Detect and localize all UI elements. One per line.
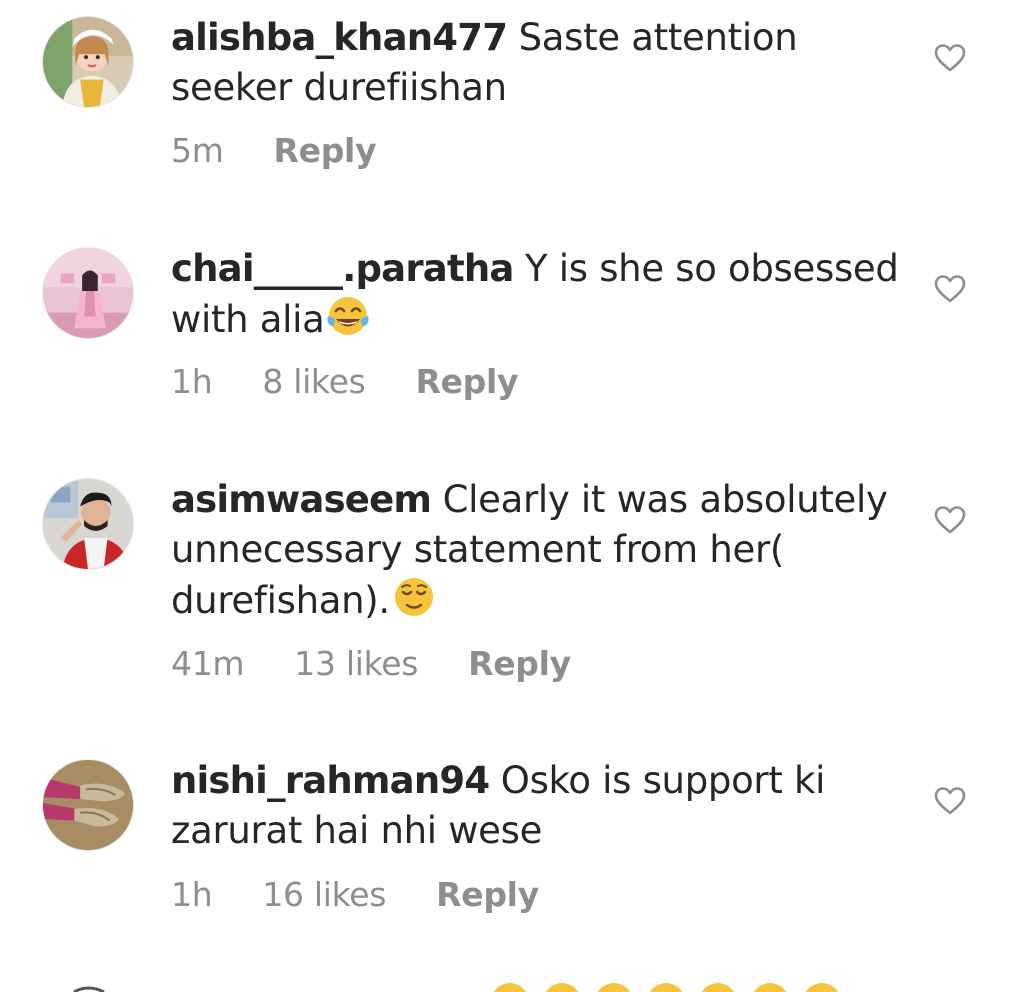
comment-time: 41m [171,644,245,683]
heart-icon[interactable] [934,43,966,73]
comment-meta: 41m 13 likes Reply [171,644,571,684]
comment-body: alishba_khan477 Saste attention seeker d… [171,13,901,113]
comment-meta: 5m Reply [171,131,377,171]
comment-username[interactable]: chai_____.paratha [171,247,514,290]
comment-meta: 1h 8 likes Reply [171,362,519,402]
next-comment-partial [0,976,1024,992]
avatar-man-photo-icon [43,479,133,569]
heart-icon[interactable] [934,274,966,304]
avatar[interactable] [42,247,134,339]
avatar-shoes-photo-icon [43,760,133,850]
comment-username[interactable]: nishi_rahman94 [171,759,490,802]
comment-time: 1h [171,875,213,914]
comment-likes[interactable]: 16 likes [262,875,386,915]
comment-body: asimwaseem Clearly it was absolutely unn… [171,475,901,626]
heart-icon[interactable] [934,786,966,816]
heart-icon[interactable] [934,505,966,535]
comment-likes[interactable]: 8 likes [262,362,365,402]
comment-body: chai_____.paratha Y is she so obsessed w… [171,244,901,345]
emoji-row-partial-icon [73,983,839,992]
reply-button[interactable]: Reply [468,644,571,684]
avatar[interactable] [42,16,134,108]
avatar[interactable] [42,759,134,851]
relieved-face-icon [390,575,438,619]
comment-username[interactable]: alishba_khan477 [171,16,508,59]
reply-button[interactable]: Reply [415,362,518,402]
reply-button[interactable]: Reply [436,875,539,915]
avatar-pink-room-photo-icon [43,248,133,338]
reply-button[interactable]: Reply [274,131,377,171]
comments-screen: alishba_khan477 Saste attention seeker d… [0,0,1024,992]
face-with-tears-of-joy-icon [324,294,372,338]
comment-time: 1h [171,362,213,401]
comment-meta: 1h 16 likes Reply [171,875,539,915]
comment-username[interactable]: asimwaseem [171,478,432,521]
comment-body: nishi_rahman94 Osko is support ki zarura… [171,756,901,856]
avatar[interactable] [42,478,134,570]
avatar-girl-photo-icon [43,17,133,107]
comment-time: 5m [171,131,224,170]
comment-likes[interactable]: 13 likes [294,644,418,684]
